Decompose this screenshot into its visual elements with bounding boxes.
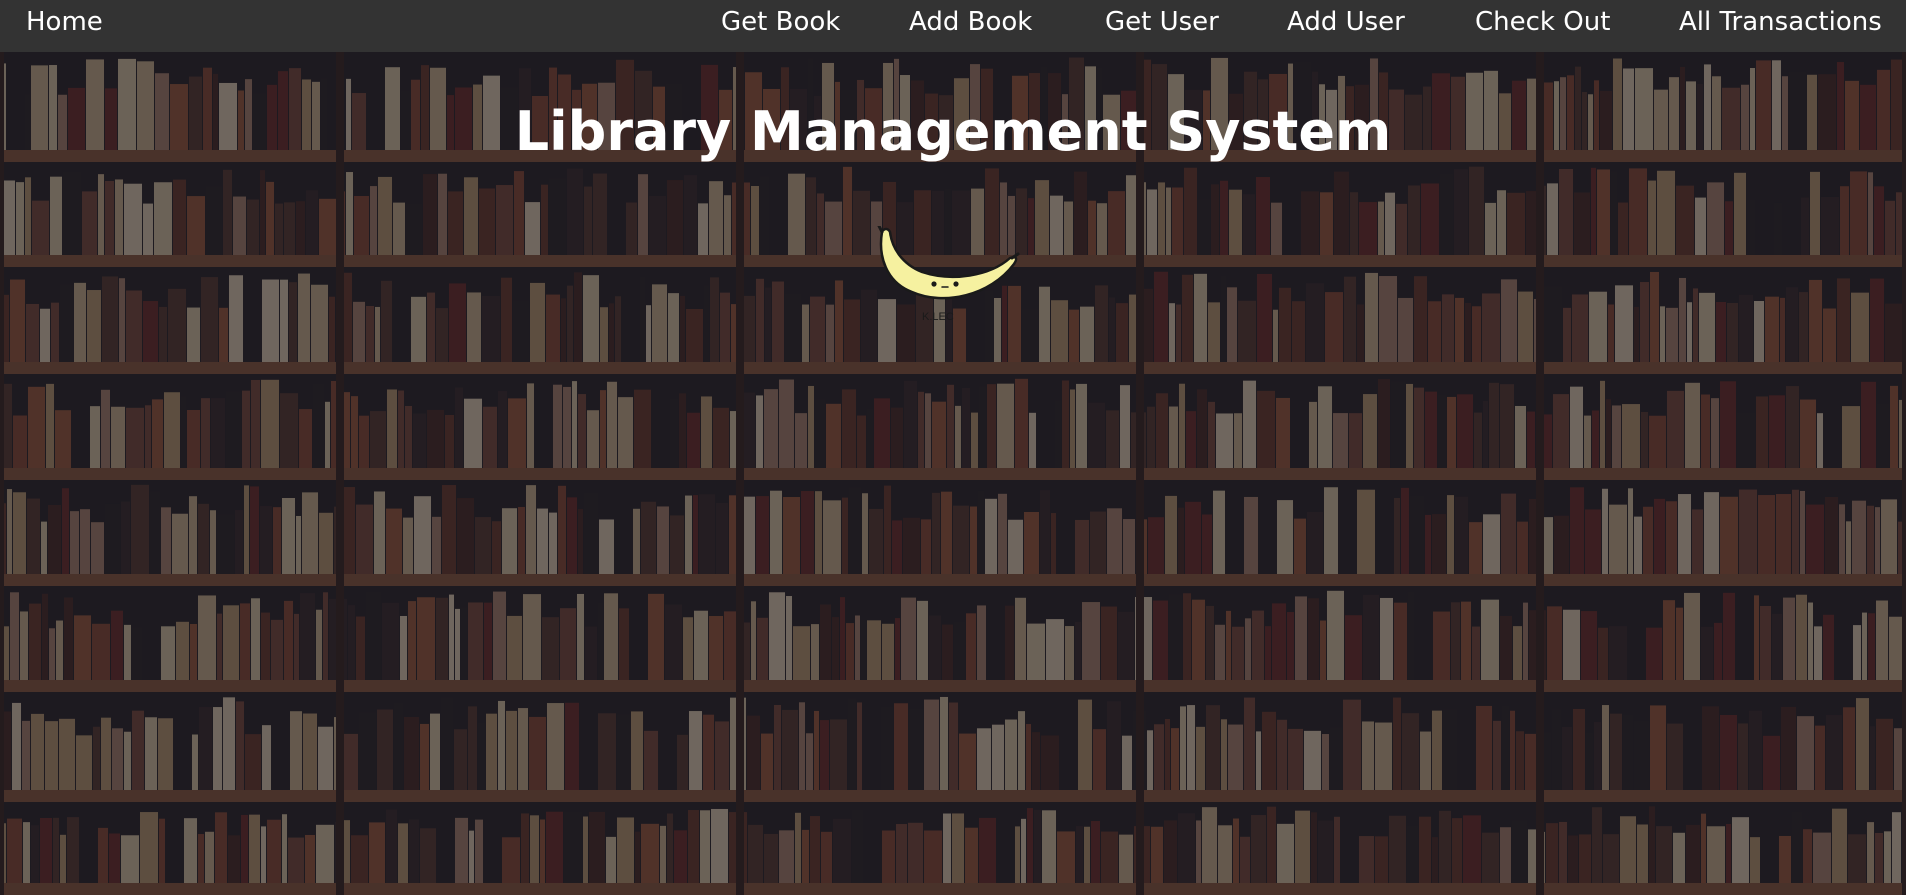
nav-get-user-link[interactable]: Get User	[1105, 0, 1219, 44]
background-dim-overlay	[0, 52, 1906, 895]
nav-add-user-link[interactable]: Add User	[1287, 0, 1405, 44]
nav-all-transactions-link[interactable]: All Transactions	[1679, 0, 1882, 44]
top-navbar: Home Get Book Add Book Get User Add User…	[0, 0, 1906, 52]
banana-icon: K.LEC	[877, 226, 1020, 323]
page-title: Library Management System	[514, 100, 1392, 163]
nav-add-book-link[interactable]: Add Book	[909, 0, 1032, 44]
library-page: Home Get Book Add Book Get User Add User…	[0, 0, 1906, 895]
bookshelf-background	[0, 52, 1906, 895]
nav-get-book-link[interactable]: Get Book	[721, 0, 840, 44]
nav-home-link[interactable]: Home	[26, 0, 103, 44]
nav-check-out-link[interactable]: Check Out	[1475, 0, 1610, 44]
logo-signature: K.LEC	[922, 311, 954, 323]
